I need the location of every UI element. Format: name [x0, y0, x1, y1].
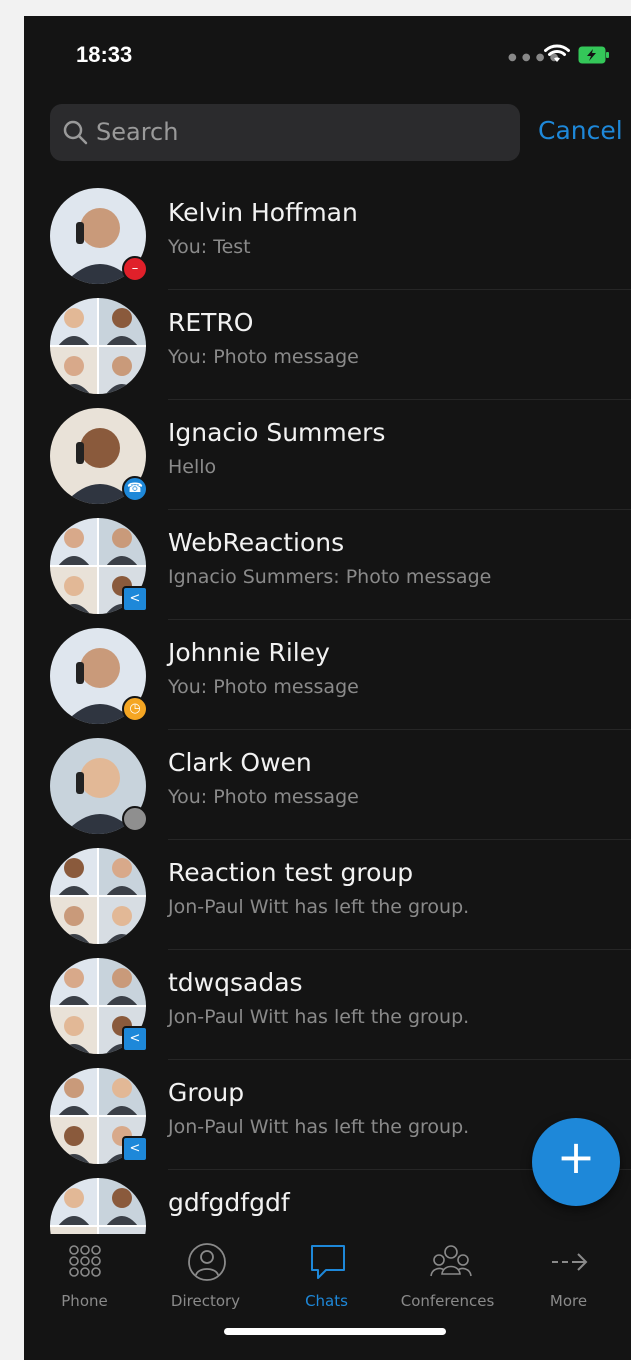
cancel-button[interactable]: Cancel — [538, 116, 623, 145]
arrow-right-icon — [552, 1253, 588, 1271]
on-call-status-icon: ☎ — [122, 476, 148, 502]
status-bar: 18:33 ● ● ● ● — [24, 16, 631, 96]
shared-status-icon: < — [122, 586, 148, 612]
away-status-icon: ◷ — [122, 696, 148, 722]
chat-row[interactable]: ◷ Johnnie Riley You: Photo message — [24, 620, 631, 730]
chat-row[interactable]: – Kelvin Hoffman You: Test — [24, 180, 631, 290]
tab-label: Directory — [170, 1292, 241, 1310]
chat-name: Johnnie Riley — [168, 638, 330, 667]
new-chat-button[interactable]: + — [532, 1118, 620, 1206]
chat-name: Ignacio Summers — [168, 418, 386, 447]
tab-directory[interactable]: Directory — [145, 1234, 266, 1324]
dialpad-icon — [69, 1245, 101, 1277]
group-avatar — [50, 1178, 146, 1234]
chat-name: RETRO — [168, 308, 254, 337]
chat-name: tdwqsadas — [168, 968, 303, 997]
chat-list[interactable]: – Kelvin Hoffman You: Test RETRO You: Photo … — [24, 180, 631, 1234]
chat-preview: Jon-Paul Witt has left the group. — [168, 1116, 470, 1138]
wifi-icon — [544, 44, 570, 62]
chat-row[interactable]: Reaction test group Jon-Paul Witt has lef… — [24, 840, 631, 950]
chat-preview: You: Test — [168, 236, 251, 258]
chat-name: WebReactions — [168, 528, 345, 557]
chat-row[interactable]: RETRO You: Photo message — [24, 290, 631, 400]
tab-label: Conferences — [400, 1292, 495, 1310]
chat-name: Group — [168, 1078, 245, 1107]
chat-preview: You: Photo message — [168, 346, 359, 368]
people-icon — [430, 1245, 472, 1277]
search-input[interactable]: Search — [50, 104, 520, 161]
chat-bubble-icon — [311, 1245, 345, 1279]
chat-preview: Ignacio Summers: Photo message — [168, 566, 492, 588]
tab-label: More — [549, 1292, 588, 1310]
chat-preview: Jon-Paul Witt has left the group. — [168, 896, 470, 918]
chat-row[interactable]: ☎ Ignacio Summers Hello — [24, 400, 631, 510]
search-icon — [63, 120, 88, 145]
status-time: 18:33 — [76, 42, 133, 67]
shared-status-icon: < — [122, 1026, 148, 1052]
contact-icon — [188, 1243, 226, 1281]
home-indicator — [224, 1328, 446, 1335]
group-avatar — [50, 848, 146, 944]
tab-phone[interactable]: Phone — [24, 1234, 145, 1324]
chat-preview: You: Photo message — [168, 676, 359, 698]
plus-icon: + — [556, 1130, 596, 1184]
battery-charging-icon — [578, 46, 609, 64]
chat-row[interactable]: Clark Owen You: Photo message — [24, 730, 631, 840]
chat-preview: Hello — [168, 456, 217, 478]
group-avatar — [50, 298, 146, 394]
busy-status-icon: – — [122, 256, 148, 282]
offline-status-icon — [122, 806, 148, 832]
chat-preview: You: Photo message — [168, 786, 359, 808]
shared-status-icon: < — [122, 1136, 148, 1162]
chat-name: Clark Owen — [168, 748, 312, 777]
search-placeholder: Search — [96, 118, 179, 146]
chat-name: Kelvin Hoffman — [168, 198, 358, 227]
chat-name: Reaction test group — [168, 858, 414, 887]
tab-label: Chats — [305, 1292, 348, 1310]
tab-conferences[interactable]: Conferences — [387, 1234, 508, 1324]
phone-screen: 18:33 ● ● ● ● Search Cancel – Kelvin Hoff… — [24, 16, 631, 1360]
tab-chats[interactable]: Chats — [266, 1234, 387, 1324]
chat-name: gdfgdfgdf — [168, 1188, 290, 1217]
chat-preview: Jon-Paul Witt has left the group. — [168, 1006, 470, 1028]
chat-row[interactable]: < tdwqsadas Jon-Paul Witt has left the gro… — [24, 950, 631, 1060]
chat-row[interactable]: < WebReactions Ignacio Summers: Photo mess… — [24, 510, 631, 620]
tab-label: Phone — [61, 1292, 108, 1310]
tab-more[interactable]: More — [508, 1234, 629, 1324]
tab-bar: Phone Directory Chats Conferences More — [24, 1234, 631, 1360]
